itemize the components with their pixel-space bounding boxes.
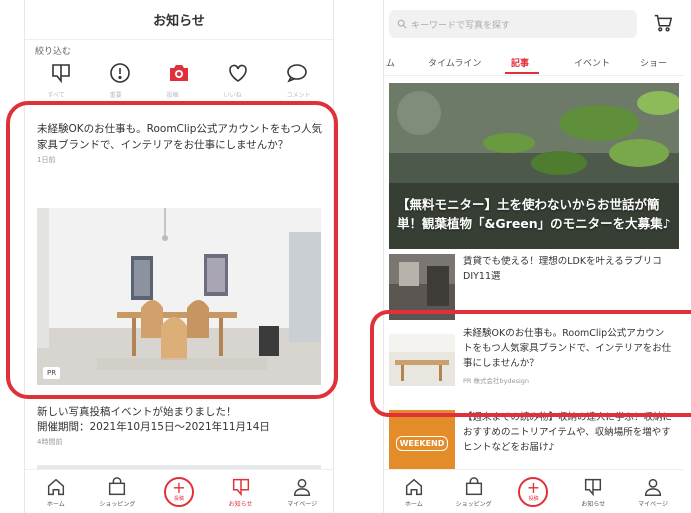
filter-important-button[interactable] (105, 58, 135, 88)
nav-home[interactable]: ホーム (30, 476, 82, 508)
article-item[interactable]: WEEKEND 【週末までの読み物】収納の達人に学ぶ！収納におすすめのニトリアイ… (389, 410, 683, 476)
filter-comment-button[interactable] (282, 58, 312, 88)
filter-all-button[interactable] (46, 58, 76, 88)
home-icon (405, 478, 422, 495)
nav-post[interactable]: + 投稿 (507, 476, 559, 507)
shopping-bag-icon (465, 476, 482, 495)
articles-screen: キーワードで写真を探す ム タイムライン 記事 イベント ショー 【無料モニター… (383, 0, 683, 513)
bottom-nav: ホーム ショッピング + 投稿 お知らせ マイページ (25, 469, 333, 513)
nav-notifications[interactable]: お知らせ (567, 476, 619, 508)
featured-title: 【無料モニター】土を使わないからお世話が簡単！観葉植物「&Green」のモニター… (397, 197, 671, 231)
tab-events[interactable]: イベント (574, 56, 610, 69)
alert-icon (109, 63, 130, 83)
category-label: 重要 (109, 92, 122, 99)
nav-label: ホーム (46, 500, 65, 508)
highlight-frame (6, 101, 338, 399)
active-tab-indicator (505, 72, 539, 74)
cart-icon[interactable] (652, 12, 674, 34)
filter-label: 絞り込む (35, 47, 72, 57)
category-label: すべて (47, 92, 65, 99)
comment-icon (51, 64, 70, 84)
nav-shopping[interactable]: ショッピング (448, 476, 500, 508)
header: お知らせ (25, 0, 333, 40)
category-label: いいね (223, 92, 242, 99)
nav-label: 投稿 (528, 496, 539, 502)
nav-post[interactable]: + 投稿 (153, 476, 205, 507)
camera-icon (169, 65, 188, 81)
nav-label: マイページ (638, 500, 669, 508)
user-icon (294, 478, 311, 496)
nav-label: ホーム (404, 500, 423, 508)
nav-label: お知らせ (228, 500, 253, 508)
notification-icon (232, 478, 249, 496)
nav-home[interactable]: ホーム (388, 476, 440, 508)
nav-mypage[interactable]: マイページ (276, 476, 328, 508)
notification-icon (585, 478, 602, 496)
search-icon (397, 19, 407, 29)
post-icon: + 投稿 (518, 476, 549, 507)
notice-time: 4時間前 (37, 438, 63, 446)
nav-label: ショッピング (455, 500, 492, 508)
filter-like-button[interactable] (223, 58, 253, 88)
article-thumbnail: WEEKEND (389, 410, 455, 476)
nav-shopping[interactable]: ショッピング (91, 476, 143, 508)
page-title: お知らせ (153, 14, 205, 29)
notice-card-event[interactable]: 新しい写真投稿イベントが始まりました！ 開催期間：2021年10月15日〜202… (25, 405, 333, 447)
tab-timeline[interactable]: タイムライン (428, 56, 481, 69)
tab-shop[interactable]: ショー (640, 56, 667, 69)
heart-icon (229, 64, 247, 82)
nav-label: マイページ (287, 500, 318, 508)
category-label: 投稿 (166, 92, 179, 99)
search-placeholder: キーワードで写真を探す (411, 20, 511, 31)
featured-article[interactable]: 【無料モニター】土を使わないからお世話が簡単！観葉植物「&Green」のモニター… (389, 83, 679, 249)
user-icon (645, 478, 662, 496)
highlight-frame (370, 310, 691, 417)
notice-event-period: 開催期間：2021年10月15日〜2021年11月14日 (37, 421, 270, 433)
category-labels: すべて 重要 投稿 いいね コメント (25, 90, 333, 100)
notice-event-title: 新しい写真投稿イベントが始まりました！ (37, 406, 237, 418)
filter-post-button[interactable] (164, 58, 194, 88)
home-icon (47, 478, 64, 495)
nav-label: お知らせ (581, 500, 606, 508)
nav-mypage[interactable]: マイページ (627, 476, 679, 508)
tab-articles[interactable]: 記事 (511, 56, 529, 69)
post-icon: + 投稿 (163, 476, 194, 507)
category-label: コメント (286, 92, 311, 99)
shopping-bag-icon (109, 476, 126, 495)
nav-notifications[interactable]: お知らせ (215, 476, 267, 508)
category-filter (25, 56, 333, 90)
article-title: 賃貸でも使える！理想のLDKを叶えるラブリコDIY11選 (463, 256, 662, 282)
nav-label: 投稿 (173, 496, 184, 502)
nav-label: ショッピング (99, 500, 136, 508)
weekend-badge: WEEKEND (395, 435, 449, 451)
bottom-nav: ホーム ショッピング + 投稿 お知らせ マイページ (384, 469, 683, 513)
chat-icon (287, 64, 308, 83)
tab-partial[interactable]: ム (386, 56, 395, 69)
tab-bar: ム タイムライン 記事 イベント ショー (384, 50, 683, 76)
search-input[interactable]: キーワードで写真を探す (389, 10, 637, 38)
